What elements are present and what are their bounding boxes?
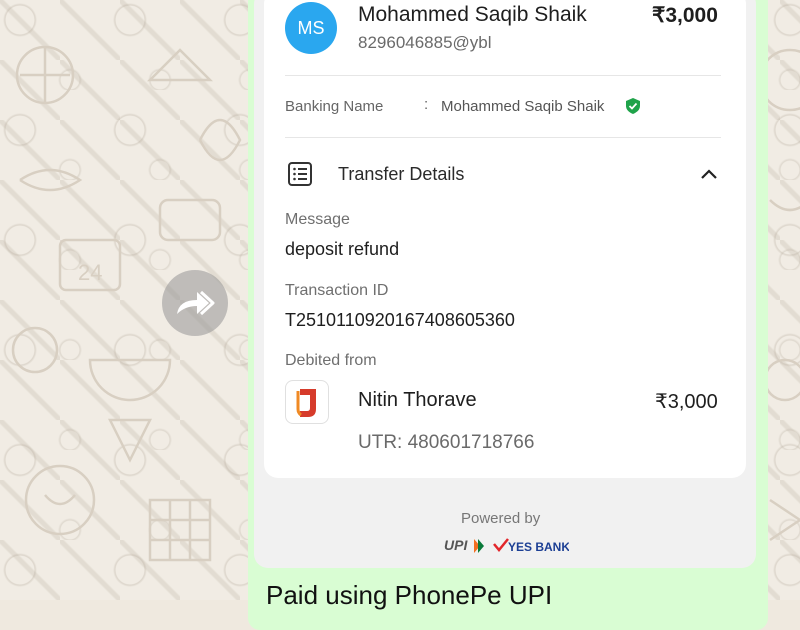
payee-avatar: MS (285, 2, 337, 54)
upi-yes-bank-logo: UPI YES BANK (444, 537, 569, 554)
banking-name-label: Banking Name (285, 98, 384, 115)
payee-name: Mohammed Saqib Shaik (358, 3, 587, 26)
utr-number: UTR: 480601718766 (358, 432, 535, 453)
debited-account-name: Nitin Thorave (358, 389, 477, 411)
svg-text:24: 24 (78, 260, 102, 285)
bank-logo (285, 380, 329, 424)
message-value: deposit refund (285, 239, 400, 259)
payment-note-text: Paid using PhonePe UPI (266, 580, 553, 610)
debited-from-label: Debited from (285, 352, 377, 369)
svg-text:YES BANK: YES BANK (508, 540, 569, 554)
list-icon (288, 162, 312, 186)
svg-text:UPI: UPI (444, 537, 468, 553)
payment-amount: ₹3,000 (652, 4, 718, 27)
verified-shield-icon (626, 98, 640, 114)
forward-icon (177, 290, 215, 316)
chevron-up-icon[interactable] (698, 163, 720, 185)
forward-button[interactable] (162, 270, 228, 336)
message-label: Message (285, 211, 350, 228)
banking-name-value: Mohammed Saqib Shaik (441, 98, 605, 115)
divider (285, 137, 721, 138)
transaction-id-label: Transaction ID (285, 282, 389, 299)
divider (285, 75, 721, 76)
transfer-details-title: Transfer Details (338, 164, 465, 184)
banking-name-colon: : (424, 96, 429, 113)
payee-upi-id: 8296046885@ybl (358, 33, 492, 52)
transaction-id-value[interactable]: T2510110920167408605360 (285, 310, 515, 331)
bank-logo-icon (296, 389, 316, 417)
debited-amount: ₹3,000 (655, 391, 718, 413)
